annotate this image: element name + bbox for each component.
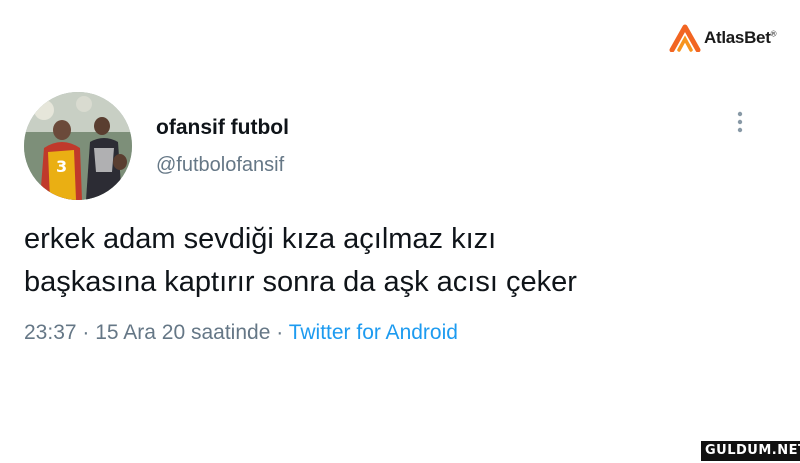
vertical-dots-icon xyxy=(737,111,743,133)
profile-avatar[interactable]: 3 xyxy=(24,92,132,200)
profile-avatar-photo: 3 xyxy=(24,92,132,200)
tweet-source-link[interactable]: Twitter for Android xyxy=(289,321,458,344)
tweet-text: erkek adam sevdiği kıza açılmaz kızı baş… xyxy=(24,218,764,304)
atlasbet-logo: AtlasBet® xyxy=(668,20,776,56)
meta-separator: · xyxy=(82,321,90,344)
tweet-time[interactable]: 23:37 xyxy=(24,321,77,344)
watermark: GULDUM.NET xyxy=(700,440,800,462)
user-handle[interactable]: @futbolofansif xyxy=(156,154,284,177)
tweet-meta: 23:37 · 15 Ara 20 saatinde · Twitter for… xyxy=(24,321,458,345)
display-name[interactable]: ofansif futbol xyxy=(156,116,289,140)
meta-separator: · xyxy=(276,321,284,344)
tweet-date[interactable]: 15 Ara 20 saatinde xyxy=(95,321,270,344)
atlasbet-logo-icon xyxy=(668,24,706,53)
brand-name: AtlasBet® xyxy=(704,28,777,47)
svg-text:3: 3 xyxy=(56,157,67,176)
more-options-button[interactable] xyxy=(728,108,752,140)
tweet-text-line: başkasına kaptırır sonra da aşk acısı çe… xyxy=(24,266,577,298)
tweet-text-line: erkek adam sevdiği kıza açılmaz kızı xyxy=(24,223,497,255)
